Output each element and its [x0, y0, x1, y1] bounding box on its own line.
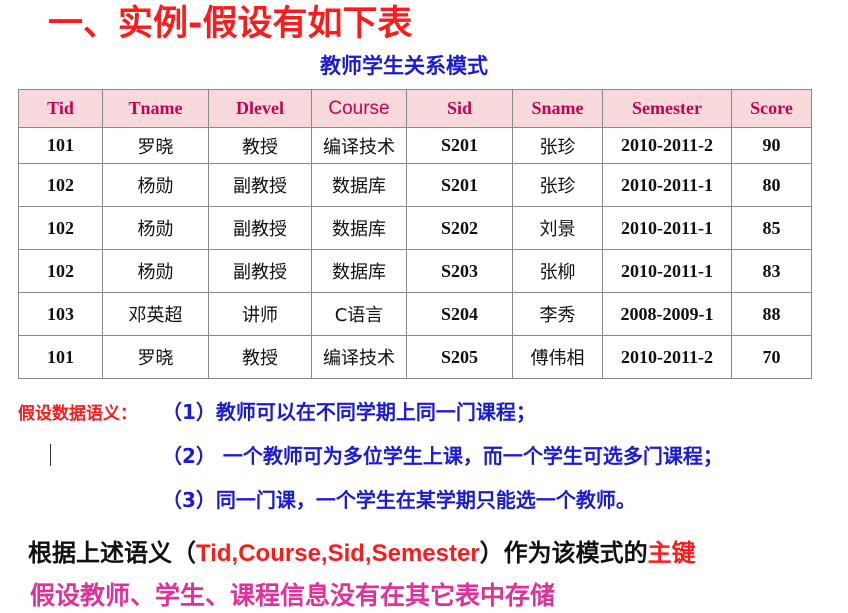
cell-dlevel: 讲师: [208, 292, 312, 336]
semantics-item-3: （3）同一门课，一个学生在某学期只能选一个教师。: [162, 488, 636, 512]
cell-semester: 2010-2011-2: [602, 127, 732, 164]
table-row: 102 杨勋 副教授 数据库 S202 刘景 2010-2011-1 85: [18, 206, 812, 250]
cell-sname: 张柳: [512, 249, 603, 293]
cell-course: C语言: [311, 292, 407, 336]
cell-sid: S203: [406, 249, 513, 293]
cell-score: 70: [731, 335, 812, 379]
cell-score: 80: [731, 163, 812, 207]
cell-sid: S204: [406, 292, 513, 336]
cell-tname: 罗晓: [102, 127, 209, 164]
cell-sname: 李秀: [512, 292, 603, 336]
column-header-sid: Sid: [406, 89, 513, 128]
cell-course: 数据库: [311, 206, 407, 250]
column-header-tid: Tid: [18, 89, 103, 128]
cell-score: 90: [731, 127, 812, 164]
primary-key-attributes: Tid,Course,Sid,Semester: [196, 540, 480, 567]
cell-tname: 邓英超: [102, 292, 209, 336]
cell-score: 88: [731, 292, 812, 336]
cell-semester: 2008-2009-1: [602, 292, 732, 336]
page-title: 一、实例-假设有如下表: [48, 4, 413, 44]
cell-sname: 傅伟相: [512, 335, 603, 379]
cell-score: 83: [731, 249, 812, 293]
cell-tid: 101: [18, 127, 103, 164]
cell-dlevel: 副教授: [208, 206, 312, 250]
cell-semester: 2010-2011-2: [602, 335, 732, 379]
cell-sid: S202: [406, 206, 513, 250]
relation-table: Tid Tname Dlevel Course Sid Sname Semest…: [18, 89, 812, 379]
text-cursor: [50, 444, 51, 466]
cell-dlevel: 副教授: [208, 163, 312, 207]
semantics-item-1: （1）教师可以在不同学期上同一门课程；: [162, 400, 536, 424]
cell-sid: S201: [406, 163, 513, 207]
column-header-semester: Semester: [602, 89, 732, 128]
cell-tname: 罗晓: [102, 335, 209, 379]
table-row: 101 罗晓 教授 编译技术 S205 傅伟相 2010-2011-2 70: [18, 335, 812, 379]
cell-semester: 2010-2011-1: [602, 163, 732, 207]
table-header-row: Tid Tname Dlevel Course Sid Sname Semest…: [18, 89, 812, 128]
cell-sname: 刘景: [512, 206, 603, 250]
primary-key-middle: ）作为该模式的: [479, 539, 648, 567]
cell-tname: 杨勋: [102, 249, 209, 293]
primary-key-statement: 根据上述语义（Tid,Course,Sid,Semester）作为该模式的主键: [28, 537, 696, 570]
cell-tid: 103: [18, 292, 103, 336]
column-header-score: Score: [731, 89, 812, 128]
cell-dlevel: 副教授: [208, 249, 312, 293]
column-header-sname: Sname: [512, 89, 603, 128]
table-caption: 教师学生关系模式: [320, 54, 488, 78]
cell-course: 编译技术: [311, 127, 407, 164]
cell-semester: 2010-2011-1: [602, 249, 732, 293]
cell-tid: 102: [18, 206, 103, 250]
column-header-course: Course: [311, 89, 407, 128]
column-header-tname: Tname: [102, 89, 209, 128]
cell-sname: 张珍: [512, 163, 603, 207]
semantics-item-2: （2） 一个教师可为多位学生上课，而一个学生可选多门课程；: [162, 444, 723, 468]
column-header-dlevel: Dlevel: [208, 89, 312, 128]
cell-course: 数据库: [311, 163, 407, 207]
cell-sname: 张珍: [512, 127, 603, 164]
primary-key-prefix: 根据上述语义（: [28, 539, 196, 567]
cell-course: 编译技术: [311, 335, 407, 379]
table-row: 103 邓英超 讲师 C语言 S204 李秀 2008-2009-1 88: [18, 292, 812, 336]
cell-tid: 102: [18, 163, 103, 207]
primary-key-word: 主键: [647, 539, 696, 567]
cell-tid: 102: [18, 249, 103, 293]
cell-score: 85: [731, 206, 812, 250]
cell-dlevel: 教授: [208, 127, 312, 164]
table-row: 102 杨勋 副教授 数据库 S201 张珍 2010-2011-1 80: [18, 163, 812, 207]
cell-sid: S205: [406, 335, 513, 379]
cell-tname: 杨勋: [102, 163, 209, 207]
cell-tname: 杨勋: [102, 206, 209, 250]
cell-course: 数据库: [311, 249, 407, 293]
cell-semester: 2010-2011-1: [602, 206, 732, 250]
table-row: 101 罗晓 教授 编译技术 S201 张珍 2010-2011-2 90: [18, 127, 812, 164]
storage-note: 假设教师、学生、课程信息没有在其它表中存储: [30, 581, 556, 610]
cell-dlevel: 教授: [208, 335, 312, 379]
cell-tid: 101: [18, 335, 103, 379]
cell-sid: S201: [406, 127, 513, 164]
semantics-label: 假设数据语义：: [18, 404, 137, 424]
table-row: 102 杨勋 副教授 数据库 S203 张柳 2010-2011-1 83: [18, 249, 812, 293]
